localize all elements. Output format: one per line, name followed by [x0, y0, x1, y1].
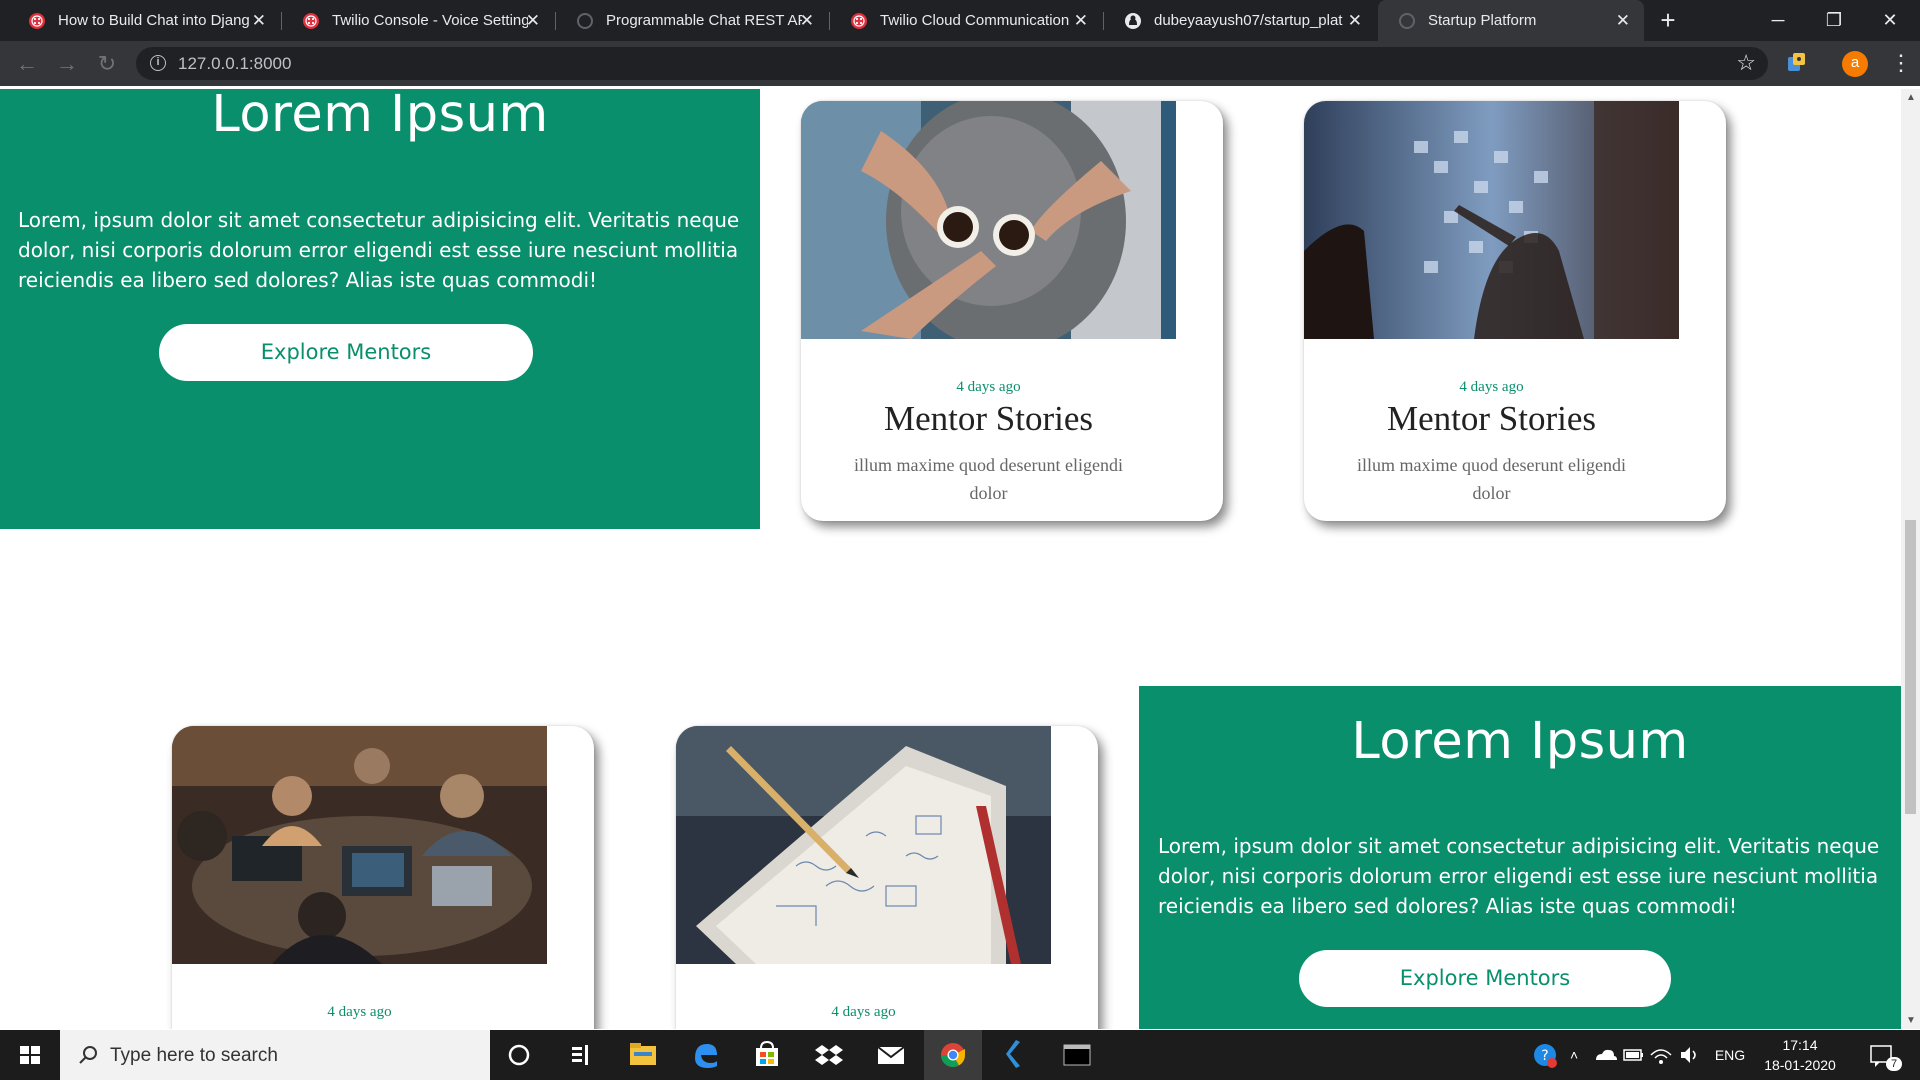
restore-button[interactable]: ❐: [1804, 0, 1864, 41]
notification-count-badge: 7: [1886, 1057, 1902, 1071]
loading-icon: [1399, 12, 1415, 29]
hero-section-top: Lorem Ipsum Lorem, ipsum dolor sit amet …: [0, 89, 760, 529]
tab-title: Startup Platform: [1428, 12, 1537, 29]
clock-time: 17:14: [1782, 1037, 1818, 1053]
search-placeholder: Type here to search: [110, 1045, 278, 1066]
mail-icon[interactable]: [862, 1030, 920, 1080]
browser-tab[interactable]: How to Build Chat into Djang ✕: [8, 0, 280, 41]
scroll-down-arrow-icon[interactable]: ▼: [1906, 1015, 1916, 1026]
battery-icon[interactable]: [1620, 1030, 1646, 1080]
hero-paragraph: Lorem, ipsum dolor sit amet consectetur …: [18, 208, 740, 292]
twilio-icon: [851, 12, 867, 29]
reload-button[interactable]: ↻: [94, 51, 120, 77]
vscode-icon[interactable]: [986, 1030, 1044, 1080]
coffee-table-photo: [801, 101, 1176, 339]
card-description: illum maxime quod deserunt eligendi dolo…: [854, 455, 1123, 503]
help-notification-icon[interactable]: ?: [1530, 1030, 1560, 1080]
close-window-button[interactable]: ✕: [1860, 0, 1920, 41]
terminal-icon[interactable]: [1048, 1030, 1106, 1080]
hero-section-bottom: Lorem Ipsum Lorem, ipsum dolor sit amet …: [1139, 686, 1901, 1029]
hero-paragraph: Lorem, ipsum dolor sit amet consectetur …: [1158, 834, 1880, 918]
tab-title: dubeyaayush07/startup_plat: [1154, 12, 1343, 29]
volume-icon[interactable]: [1676, 1030, 1702, 1080]
sticky-notes-wall-photo: [1304, 101, 1679, 339]
info-icon[interactable]: i: [150, 55, 166, 71]
action-center-icon[interactable]: [1866, 1030, 1896, 1080]
mentor-story-card[interactable]: 4 days ago Mentor Stories illum maxime q…: [1304, 101, 1726, 521]
close-tab-icon[interactable]: ✕: [1348, 11, 1362, 31]
cortana-icon[interactable]: [490, 1030, 548, 1080]
onedrive-icon[interactable]: [1592, 1030, 1618, 1080]
browser-tab-strip: How to Build Chat into Djang ✕ Twilio Co…: [0, 0, 1920, 41]
card-description: illum maxime quod deserunt eligendi dolo…: [1357, 455, 1626, 503]
mentor-story-card[interactable]: 4 days ago: [676, 726, 1098, 1029]
page-scrollbar[interactable]: ▲ ▼: [1901, 89, 1920, 1029]
wifi-icon[interactable]: [1648, 1030, 1674, 1080]
scroll-up-arrow-icon[interactable]: ▲: [1906, 92, 1916, 103]
notebook-pencil-photo: [676, 726, 1051, 964]
chrome-icon[interactable]: [924, 1030, 982, 1080]
url-text[interactable]: 127.0.0.1:8000: [178, 54, 291, 74]
extension-icon[interactable]: [1785, 51, 1809, 75]
team-laptops-photo: [172, 726, 547, 964]
tab-title: Twilio Cloud Communication: [880, 12, 1070, 29]
browser-tab[interactable]: Twilio Cloud Communication ✕: [830, 0, 1102, 41]
twilio-icon: [29, 12, 45, 29]
address-bar[interactable]: i 127.0.0.1:8000 ☆: [136, 47, 1768, 80]
close-tab-icon[interactable]: ✕: [252, 11, 266, 31]
windows-taskbar: Type here to search ? ˄ ENG 17:14 18-01-…: [0, 1030, 1920, 1080]
card-title: Mentor Stories: [883, 399, 1093, 438]
taskbar-clock[interactable]: 17:14 18-01-2020: [1755, 1035, 1845, 1075]
hero-heading: Lorem Ipsum: [211, 89, 549, 144]
card-date: 4 days ago: [327, 1004, 392, 1020]
edge-browser-icon[interactable]: [676, 1030, 734, 1080]
close-tab-icon[interactable]: ✕: [1074, 11, 1088, 31]
windows-start-icon[interactable]: [0, 1030, 60, 1080]
card-title: Mentor Stories: [1386, 399, 1596, 438]
card-date: 4 days ago: [956, 379, 1021, 395]
mentor-story-card[interactable]: 4 days ago Mentor Stories illum maxime q…: [801, 101, 1223, 521]
taskbar-search-box[interactable]: Type here to search: [60, 1030, 490, 1080]
search-icon: [79, 1046, 97, 1064]
scrollbar-thumb[interactable]: [1905, 520, 1916, 814]
mentor-story-card[interactable]: 4 days ago: [172, 726, 594, 1029]
loading-icon: [577, 12, 593, 29]
hero-heading: Lorem Ipsum: [1351, 712, 1689, 771]
tab-title: Programmable Chat REST AP: [606, 12, 802, 29]
browser-tab[interactable]: dubeyaayush07/startup_plat ✕: [1104, 0, 1376, 41]
new-tab-button[interactable]: +: [1654, 7, 1682, 35]
close-tab-icon[interactable]: ✕: [1616, 11, 1630, 31]
close-tab-icon[interactable]: ✕: [800, 11, 814, 31]
task-view-icon[interactable]: [552, 1030, 610, 1080]
close-tab-icon[interactable]: ✕: [526, 11, 540, 31]
browser-toolbar: ← → ↻ i 127.0.0.1:8000 ☆: [0, 41, 1920, 86]
page-viewport: Lorem Ipsum Lorem, ipsum dolor sit amet …: [0, 89, 1901, 1029]
language-indicator[interactable]: ENG: [1710, 1030, 1750, 1080]
forward-button[interactable]: →: [54, 51, 80, 77]
clock-date: 18-01-2020: [1764, 1057, 1836, 1073]
store-icon[interactable]: [738, 1030, 796, 1080]
card-date: 4 days ago: [831, 1004, 896, 1020]
explore-mentors-button[interactable]: Explore Mentors: [1299, 950, 1671, 1007]
tab-title: Twilio Console - Voice Setting: [332, 12, 528, 29]
browser-tab[interactable]: Twilio Console - Voice Setting ✕: [282, 0, 554, 41]
profile-avatar[interactable]: a: [1842, 51, 1868, 77]
bookmark-star-icon[interactable]: ☆: [1736, 50, 1756, 76]
twilio-icon: [303, 12, 319, 29]
github-icon: [1125, 12, 1141, 29]
chevron-up-icon[interactable]: ˄: [1570, 1030, 1590, 1080]
explore-mentors-button[interactable]: Explore Mentors: [159, 324, 533, 381]
tab-title: How to Build Chat into Djang: [58, 12, 250, 29]
back-button[interactable]: ←: [14, 51, 40, 77]
menu-kebab-icon[interactable]: ⋮: [1890, 50, 1912, 76]
card-date: 4 days ago: [1459, 379, 1524, 395]
minimize-button[interactable]: ─: [1748, 0, 1808, 41]
dropbox-icon[interactable]: [800, 1030, 858, 1080]
file-explorer-icon[interactable]: [614, 1030, 672, 1080]
browser-tab-active[interactable]: Startup Platform ✕: [1378, 0, 1644, 41]
browser-tab[interactable]: Programmable Chat REST AP ✕: [556, 0, 828, 41]
